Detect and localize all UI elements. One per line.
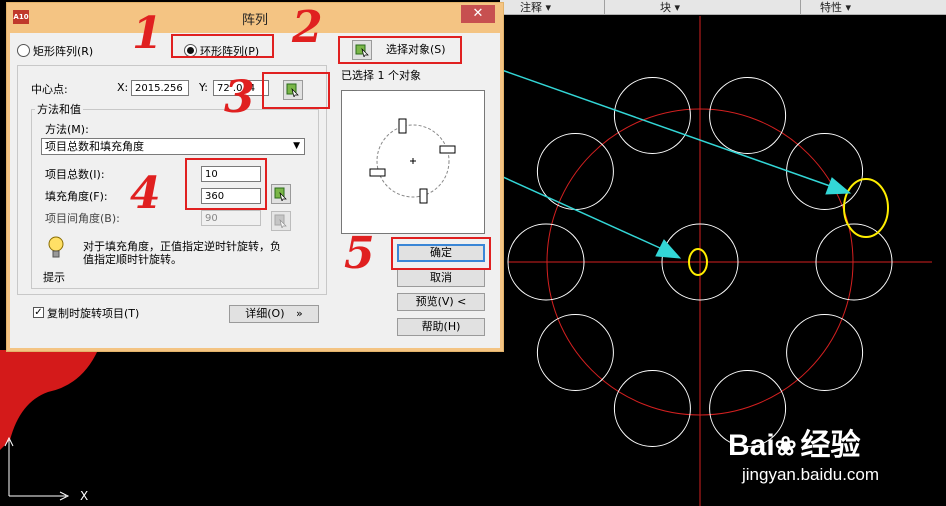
array-preview bbox=[341, 90, 485, 234]
ucs-icon bbox=[4, 436, 70, 501]
rotate-items-label: 复制时旋转项目(T) bbox=[47, 307, 140, 320]
details-button[interactable]: 详细(O) » bbox=[229, 305, 319, 323]
rotate-items-checkbox[interactable]: ✓ bbox=[33, 307, 44, 318]
annotation-number-2: 2 bbox=[292, 2, 323, 53]
rect-array-radio[interactable] bbox=[17, 44, 30, 57]
y-label: Y: bbox=[199, 81, 208, 94]
lightbulb-icon bbox=[48, 236, 64, 258]
close-button[interactable]: ✕ bbox=[461, 5, 495, 23]
center-point-label: 中心点: bbox=[31, 83, 68, 96]
baidu-watermark: Bai❀ 经验 bbox=[728, 420, 860, 464]
total-items-label: 项目总数(I): bbox=[45, 168, 105, 181]
highlight-ok bbox=[391, 237, 491, 270]
hint-text-2: 值指定顺时针旋转。 bbox=[83, 253, 182, 266]
annotation-number-5: 5 bbox=[344, 228, 375, 279]
hint-label: 提示 bbox=[43, 271, 65, 284]
preview-graphic bbox=[369, 118, 456, 204]
highlight-count-angle bbox=[185, 158, 267, 210]
watermark-brand-1: Bai bbox=[728, 429, 775, 462]
method-group-title: 方法和值 bbox=[35, 101, 83, 117]
chevron-down-icon: ▼ bbox=[293, 141, 300, 151]
watermark-brand-2: 经验 bbox=[800, 429, 861, 462]
dialog-titlebar[interactable]: A10 阵列 ✕ bbox=[7, 3, 503, 33]
selected-count: 已选择 1 个对象 bbox=[341, 69, 421, 82]
array-item-circle[interactable] bbox=[709, 77, 787, 154]
between-angle-label: 项目间角度(B): bbox=[45, 212, 120, 225]
x-label: X: bbox=[117, 81, 129, 94]
annotation-number-4: 4 bbox=[130, 168, 161, 219]
dialog-title: 阵列 bbox=[241, 13, 268, 28]
cancel-button[interactable]: 取消 bbox=[397, 269, 485, 287]
highlight-polar-array bbox=[171, 34, 274, 58]
pick-angle-icon bbox=[274, 187, 287, 201]
paw-icon: ❀ bbox=[774, 431, 797, 461]
annotation-number-3: 3 bbox=[224, 72, 255, 123]
array-item-circle[interactable] bbox=[786, 133, 864, 210]
highlight-select-objects bbox=[338, 36, 462, 64]
array-item-circle[interactable] bbox=[613, 370, 691, 447]
method-select-value: 项目总数和填充角度 bbox=[45, 140, 144, 153]
yellow-marker-object bbox=[843, 178, 889, 238]
help-button[interactable]: 帮助(H) bbox=[397, 318, 485, 336]
array-item-circle[interactable] bbox=[613, 77, 691, 154]
red-shape-fragment bbox=[0, 350, 98, 450]
array-item-circle[interactable] bbox=[786, 314, 864, 391]
details-label: 详细(O) bbox=[245, 307, 285, 320]
array-item-circle[interactable] bbox=[536, 314, 614, 391]
preview-button[interactable]: 预览(V) < bbox=[397, 293, 485, 311]
highlight-pick-center bbox=[262, 72, 330, 109]
pick-between-angle-button bbox=[271, 211, 291, 231]
method-label: 方法(M): bbox=[45, 123, 89, 136]
x-axis-label: X bbox=[80, 489, 88, 503]
pick-fill-angle-button[interactable] bbox=[271, 184, 291, 204]
pick-angle-disabled-icon bbox=[274, 214, 287, 228]
watermark-url: jingyan.baidu.com bbox=[742, 465, 880, 484]
cyan-arrow-select bbox=[461, 55, 852, 195]
rect-array-label: 矩形阵列(R) bbox=[33, 45, 94, 58]
double-chevron-icon: » bbox=[296, 307, 303, 320]
between-angle-input: 90 bbox=[201, 210, 261, 226]
annotation-number-1: 1 bbox=[132, 8, 163, 59]
method-select[interactable]: 项目总数和填充角度 ▼ bbox=[41, 138, 305, 155]
center-x-input[interactable]: 2015.256 bbox=[131, 80, 189, 96]
fill-angle-label: 填充角度(F): bbox=[45, 190, 108, 203]
